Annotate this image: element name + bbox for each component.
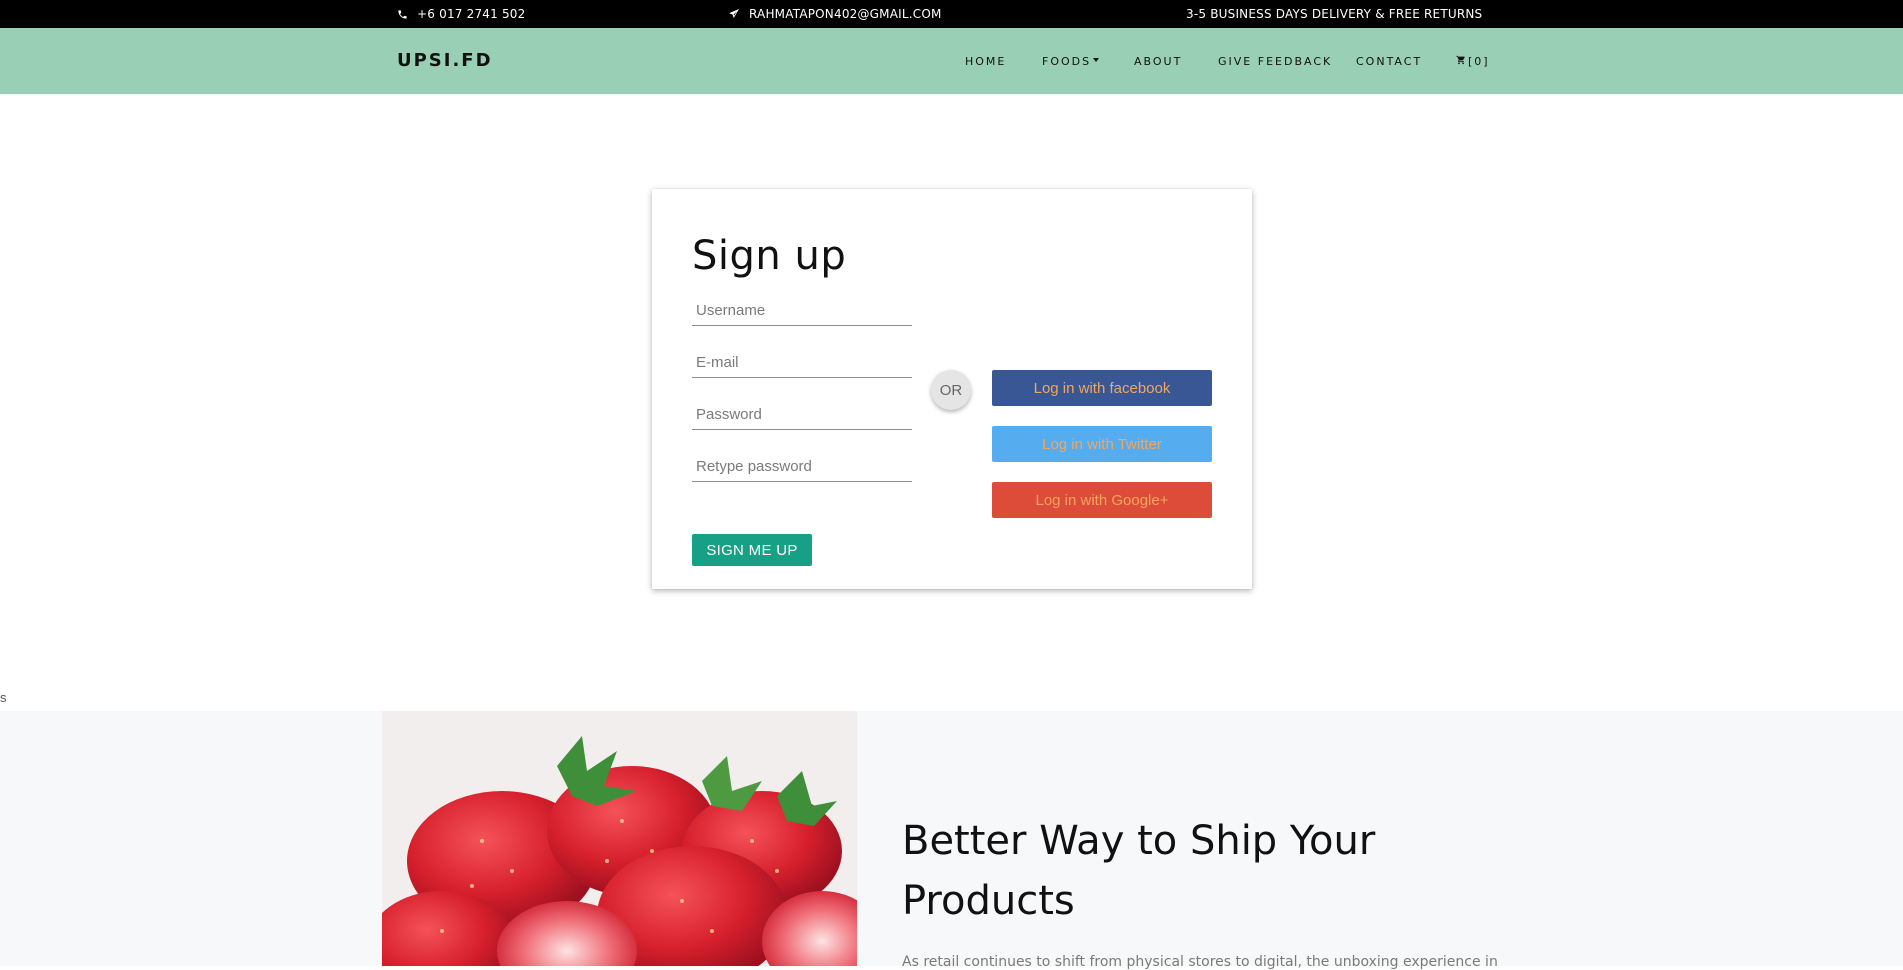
username-input[interactable] — [692, 296, 912, 326]
brand-logo[interactable]: UPSI.FD — [397, 50, 493, 71]
nav-foods-label: FOODS — [1042, 55, 1092, 68]
nav-foods[interactable]: FOODS — [1042, 55, 1100, 68]
nav-home[interactable]: HOME — [965, 55, 1006, 68]
email-input[interactable] — [692, 348, 912, 378]
feature-section: Better Way to Ship Your Products As reta… — [0, 711, 1903, 970]
feature-body: As retail continues to shift from physic… — [902, 954, 1498, 970]
sign-me-up-button[interactable]: SIGN ME UP — [692, 534, 812, 566]
phone-icon — [397, 9, 408, 20]
email-address[interactable]: RAHMATAPON402@GMAIL.COM — [749, 7, 942, 21]
phone-number: +6 017 2741 502 — [417, 7, 526, 21]
or-divider: OR — [931, 370, 971, 410]
nav-contact[interactable]: CONTACT — [1356, 55, 1422, 68]
cart-icon — [1456, 55, 1466, 68]
nav-about[interactable]: ABOUT — [1134, 55, 1182, 68]
top-info-bar: +6 017 2741 502 RAHMATAPON402@GMAIL.COM … — [0, 0, 1903, 28]
stray-text: s — [0, 690, 7, 705]
delivery-info: 3-5 BUSINESS DAYS DELIVERY & FREE RETURN… — [1186, 7, 1483, 21]
nav-cart[interactable]: [0] — [1456, 55, 1490, 68]
phone-info: +6 017 2741 502 — [397, 7, 525, 21]
paper-plane-icon — [728, 8, 740, 20]
nav-give-feedback[interactable]: GIVE FEEDBACK — [1218, 55, 1332, 68]
signup-title: Sign up — [692, 233, 847, 279]
google-login-button[interactable]: Log in with Google+ — [992, 482, 1212, 518]
signup-card: Sign up OR Log in with facebook Log in w… — [652, 189, 1252, 589]
feature-heading: Better Way to Ship Your Products — [902, 818, 1376, 924]
password-input[interactable] — [692, 400, 912, 430]
twitter-login-button[interactable]: Log in with Twitter — [992, 426, 1212, 462]
facebook-login-button[interactable]: Log in with facebook — [992, 370, 1212, 406]
caret-down-icon — [1093, 58, 1100, 62]
email-info: RAHMATAPON402@GMAIL.COM — [728, 7, 942, 21]
main-navbar: UPSI.FD HOME FOODS ABOUT GIVE FEEDBACK C… — [0, 28, 1903, 94]
cart-count: [0] — [1468, 55, 1490, 68]
strawberries-image — [382, 711, 857, 966]
retype-password-input[interactable] — [692, 452, 912, 482]
